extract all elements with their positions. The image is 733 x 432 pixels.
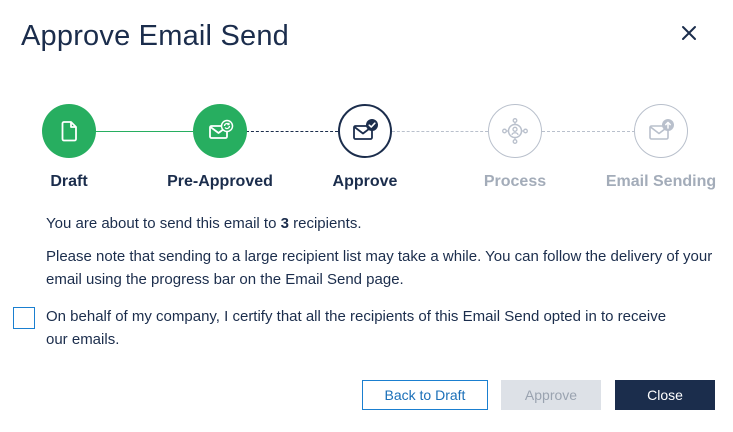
back-to-draft-button[interactable]: Back to Draft <box>362 380 488 410</box>
recipient-summary: You are about to send this email to 3 re… <box>46 212 362 235</box>
summary-prefix: You are about to send this email to <box>46 215 281 232</box>
step-pre-approved: Pre-Approved <box>150 104 290 191</box>
email-upload-icon <box>646 116 676 146</box>
step-approve: Approve <box>295 104 435 191</box>
step-email-sending: Email Sending <box>591 104 731 191</box>
certify-checkbox[interactable] <box>13 307 35 329</box>
step-process: Process <box>445 104 585 191</box>
step-circle <box>42 104 96 158</box>
dialog-title: Approve Email Send <box>21 20 289 52</box>
recipient-count: 3 <box>280 215 289 232</box>
user-network-icon <box>500 116 530 146</box>
email-check-icon <box>350 116 380 146</box>
email-refresh-icon <box>205 116 235 146</box>
document-icon <box>54 116 84 146</box>
step-label: Process <box>483 173 547 190</box>
certify-row: On behalf of my company, I certify that … <box>13 305 713 351</box>
delivery-note: Please note that sending to a large reci… <box>46 248 713 288</box>
step-label: Email Sending <box>605 173 717 190</box>
step-circle <box>488 104 542 158</box>
step-circle <box>634 104 688 158</box>
step-draft: Draft <box>0 104 139 191</box>
close-icon[interactable] <box>678 22 700 44</box>
close-button[interactable]: Close <box>615 380 715 410</box>
approve-button[interactable]: Approve <box>501 380 601 410</box>
progress-stepper: Draft Pre-Approved Approve Process Email… <box>0 104 733 204</box>
certify-label[interactable]: On behalf of my company, I certify that … <box>46 305 686 351</box>
step-label: Draft <box>50 173 88 190</box>
step-circle <box>338 104 392 158</box>
summary-suffix: recipients. <box>288 215 362 232</box>
step-circle <box>193 104 247 158</box>
approve-email-send-dialog: Approve Email Send Draft Pre-Approved Ap… <box>0 0 733 432</box>
step-label: Pre-Approved <box>167 173 273 190</box>
step-label: Approve <box>332 173 398 190</box>
